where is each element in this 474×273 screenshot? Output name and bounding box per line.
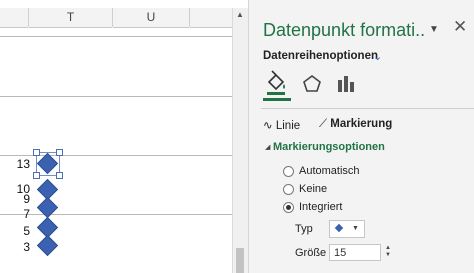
- size-stepper[interactable]: ▲ ▼: [385, 245, 391, 259]
- scroll-up-icon[interactable]: ▲: [236, 10, 244, 19]
- radio-builtin[interactable]: [283, 202, 294, 213]
- tab-line[interactable]: ∿ Linie: [263, 118, 300, 132]
- scroll-thumb[interactable]: [236, 248, 244, 273]
- radio-automatic[interactable]: [283, 166, 294, 177]
- type-label: Typ: [295, 223, 313, 235]
- marker-type-select[interactable]: ▼: [329, 220, 365, 238]
- resize-handle[interactable]: [56, 149, 63, 156]
- chevron-down-icon[interactable]: ⌄: [373, 50, 382, 63]
- marker-line-icon: ⟋: [319, 118, 328, 130]
- gridline: [0, 214, 232, 215]
- active-tab-indicator: [263, 98, 291, 101]
- effects-pentagon-icon[interactable]: [299, 70, 325, 98]
- radio-none-label[interactable]: Keine: [299, 183, 327, 195]
- data-label: 3: [23, 240, 30, 254]
- marker-diamond[interactable]: [36, 234, 59, 257]
- radio-automatic-label[interactable]: Automatisch: [299, 165, 360, 177]
- divider: [261, 108, 474, 109]
- data-label: 9: [23, 192, 30, 206]
- series-options-dropdown[interactable]: Datenreihenoptionen: [263, 50, 378, 62]
- radio-builtin-label[interactable]: Integriert: [299, 201, 342, 213]
- column-header-next[interactable]: [190, 8, 232, 28]
- data-label: 13: [16, 157, 30, 171]
- column-header-u[interactable]: U: [113, 8, 189, 28]
- tab-line-label: Linie: [275, 120, 301, 132]
- format-data-point-pane: Datenpunkt formati.. ▼ ✕ Datenreihenopti…: [248, 0, 474, 273]
- fill-line-icon[interactable]: [263, 70, 289, 98]
- series-options-bars-icon[interactable]: [333, 70, 359, 98]
- marker-options-section[interactable]: Markierungsoptionen: [273, 141, 385, 153]
- worksheet: T U 13 10 9 7 5 3: [0, 0, 232, 273]
- tab-marker-label: Markierung: [330, 118, 393, 130]
- chevron-down-icon: ▼: [352, 225, 359, 232]
- collapse-caret-icon[interactable]: ◢: [265, 143, 270, 151]
- data-label: 5: [23, 224, 30, 238]
- pane-options-chevron-down-icon[interactable]: ▼: [429, 24, 439, 35]
- radio-none[interactable]: [283, 184, 294, 195]
- diamond-marker-icon: [334, 223, 344, 233]
- resize-handle[interactable]: [33, 149, 40, 156]
- vertical-scrollbar[interactable]: ▲: [232, 8, 248, 273]
- resize-handle[interactable]: [56, 172, 63, 179]
- gridline: [0, 36, 232, 37]
- column-header-prev[interactable]: [0, 8, 28, 28]
- tab-marker[interactable]: ⟋ Markierung: [319, 118, 392, 131]
- close-icon[interactable]: ✕: [453, 17, 467, 37]
- size-label: Größe: [295, 247, 327, 259]
- line-icon: ∿: [263, 120, 273, 132]
- pane-title: Datenpunkt formati..: [263, 20, 426, 40]
- resize-handle[interactable]: [33, 172, 40, 179]
- gridline: [0, 96, 232, 97]
- marker-size-input[interactable]: 15: [329, 244, 381, 261]
- data-label: 7: [23, 207, 30, 221]
- column-header-t[interactable]: T: [29, 8, 112, 28]
